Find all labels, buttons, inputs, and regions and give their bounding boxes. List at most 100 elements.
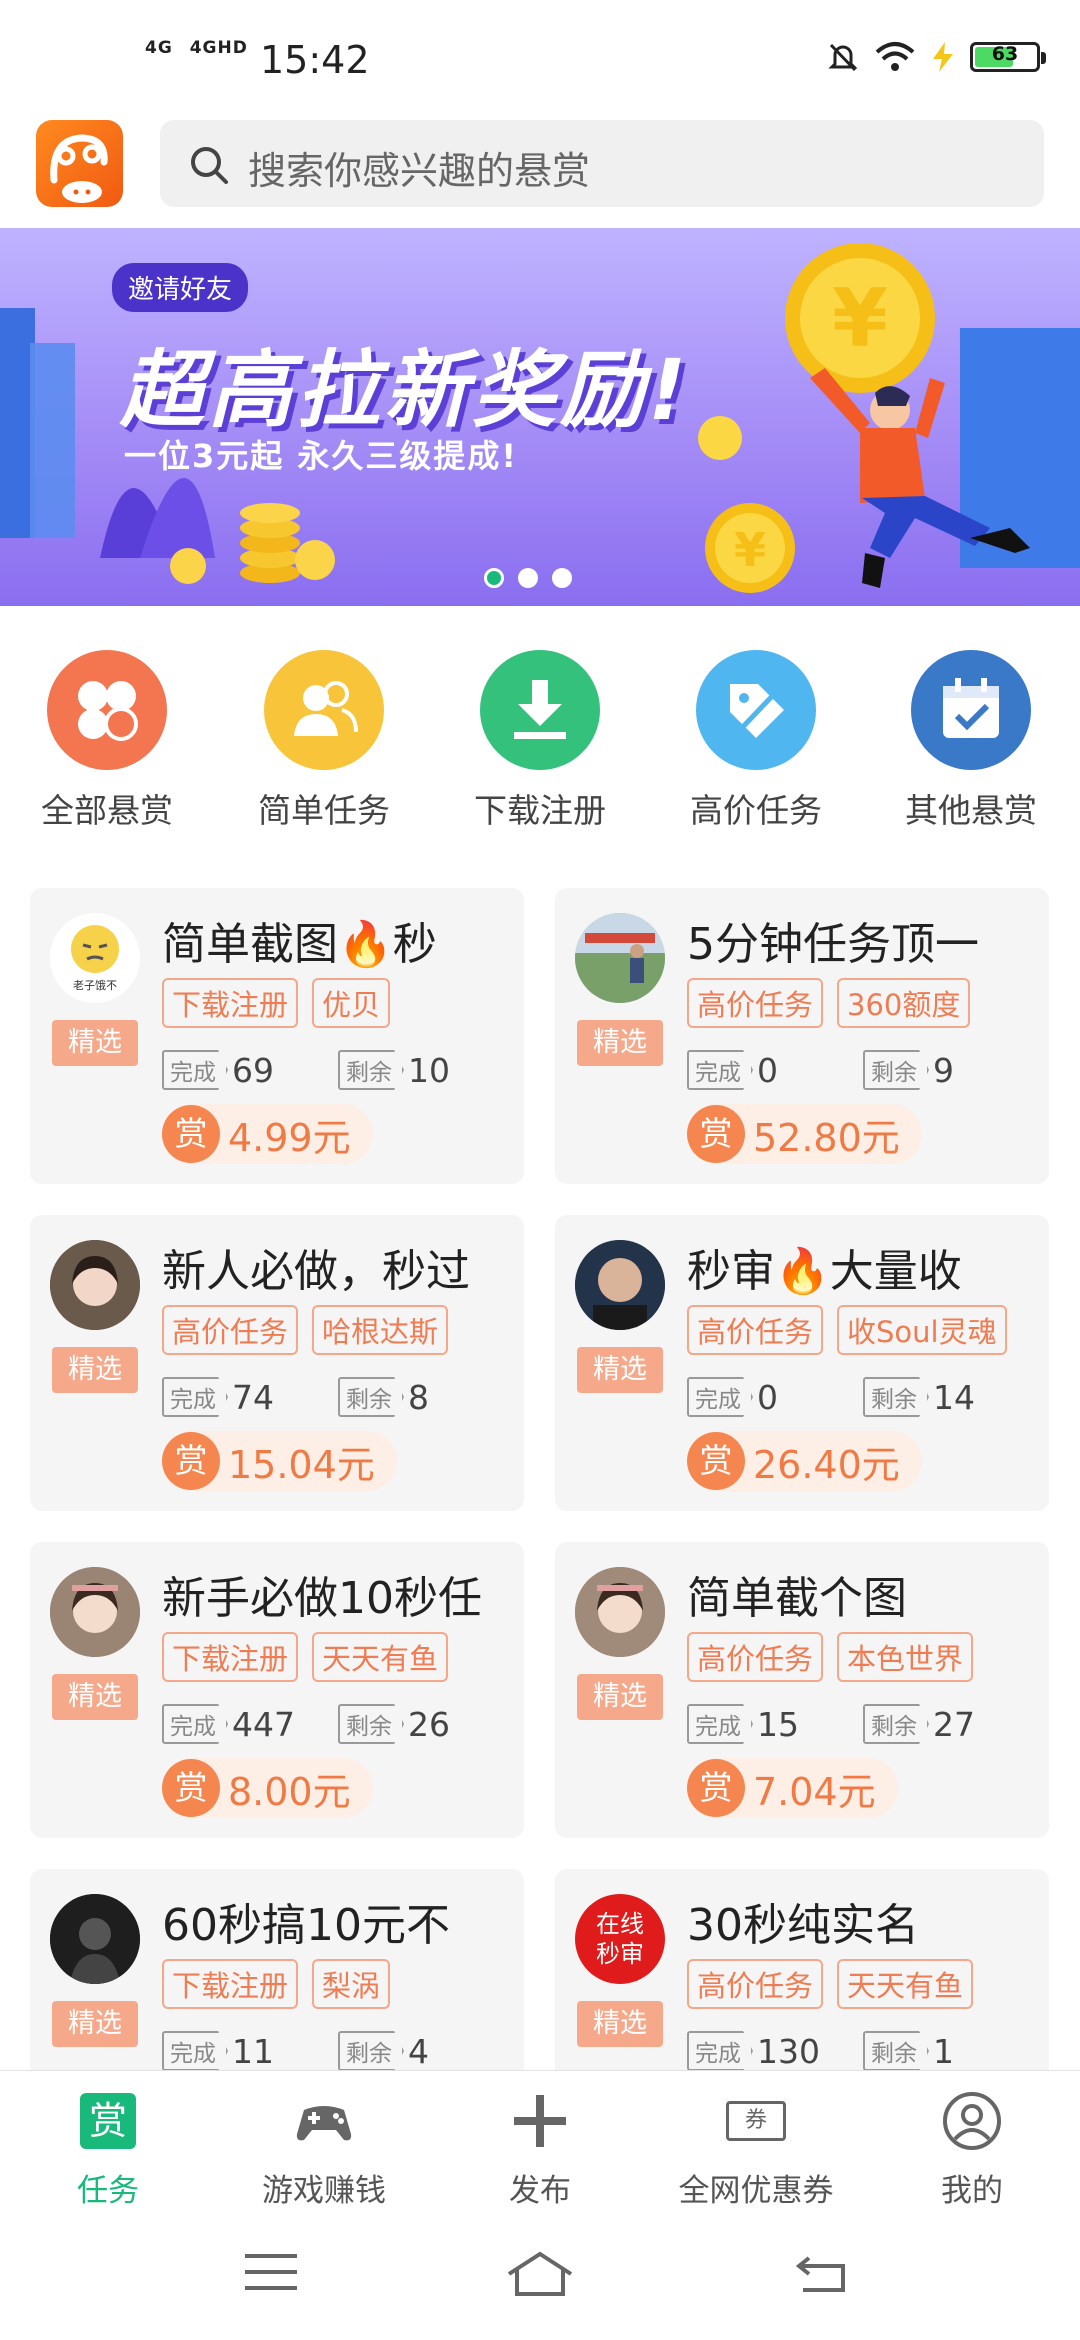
task-tag: 高价任务 [687,1632,824,1682]
nav-publish[interactable]: 发布 [432,2081,648,2210]
reward-amount: 15.04元 [228,1442,375,1487]
task-stats: 完成 130 剩余 1 [687,2031,1039,2075]
task-card[interactable]: 精选 新人必做，秒过 高价任务 哈根达斯 完成 74 剩余 8 赏 15.04元 [30,1215,524,1511]
home-icon[interactable] [505,2250,575,2298]
nav-coupons[interactable]: 券 全网优惠券 [648,2081,864,2210]
done-value: 15 [757,1704,799,1744]
featured-badge: 精选 [577,2001,663,2047]
category-all-rewards[interactable]: 全部悬赏 [12,650,202,832]
task-tags: 高价任务 本色世界 [687,1632,1039,1682]
left-value: 8 [408,1377,429,1417]
reward-pill: 赏 8.00元 [162,1758,373,1818]
done-value: 69 [232,1050,274,1090]
avatar [575,913,665,1003]
gamepad-icon [216,2081,432,2161]
done-label: 完成 [687,1377,753,1417]
done-stat: 完成 74 [162,1377,274,1417]
left-label: 剩余 [338,1050,404,1090]
promo-banner[interactable]: ¥ ¥ 邀请好友 超高拉新奖励! 一位3元起 永久三级提成! [0,228,1080,606]
mute-bell-icon [828,43,858,72]
menu-icon[interactable] [245,2250,297,2294]
medium-coin: ¥ [705,503,795,593]
left-value: 4 [408,2031,429,2071]
category-high-price[interactable]: 高价任务 [661,650,851,832]
task-stats: 完成 11 剩余 4 [162,2031,514,2075]
featured-badge: 精选 [52,2001,138,2047]
left-value: 9 [933,1050,954,1090]
done-label: 完成 [687,1050,753,1090]
search-bar[interactable]: 搜索你感兴趣的悬赏 [160,120,1044,207]
done-value: 11 [232,2031,274,2071]
nav-label: 全网优惠券 [678,2173,834,2209]
banner-dot-1[interactable] [484,568,504,588]
reward-badge: 赏 [162,1759,220,1817]
status-icons: 63 [826,40,1046,74]
task-card[interactable]: 精选 秒审🔥大量收 高价任务 收Soul灵魂 完成 0 剩余 14 赏 26.40元 [555,1215,1049,1511]
left-stat: 剩余 10 [338,1050,450,1090]
task-tags: 下载注册 梨涡 [162,1959,514,2009]
app-logo-icon [50,134,108,203]
task-tags: 高价任务 哈根达斯 [162,1305,514,1355]
task-title: 新手必做10秒任 [162,1573,482,1624]
left-stat: 剩余 26 [338,1704,450,1744]
category-other[interactable]: 其他悬赏 [876,650,1066,832]
network-1-label: 4G [145,38,173,58]
task-card[interactable]: 在线 秒审 精选 30秒纯实名 高价任务 天天有鱼 完成 130 剩余 1 [555,1869,1049,2071]
network-2-label: 4GHD [189,38,248,58]
avatar: 在线 秒审 [575,1894,665,1984]
task-title: 新人必做，秒过 [162,1246,470,1297]
app-logo[interactable] [36,120,123,207]
banner-tag: 邀请好友 [112,263,249,312]
coupon-icon: 券 [648,2081,864,2161]
task-title: 简单截个图 [687,1573,907,1624]
task-tag: 下载注册 [162,1959,299,2009]
task-title: 简单截图🔥秒 [162,919,437,970]
users-icon [264,650,384,770]
status-bar: 4G 4GHD 15:42 63 [0,0,1080,115]
task-tags: 高价任务 天天有鱼 [687,1959,1039,2009]
task-card[interactable]: 精选 新手必做10秒任 下载注册 天天有鱼 完成 447 剩余 26 赏 8.00元 [30,1542,524,1838]
banner-dot-3[interactable] [552,568,572,588]
done-label: 完成 [162,1377,228,1417]
done-stat: 完成 130 [687,2031,820,2071]
avatar: 老子饿不 [50,913,140,1003]
left-value: 1 [933,2031,954,2071]
reward-badge: 赏 [687,1759,745,1817]
reward-amount: 7.04元 [753,1769,876,1814]
left-stat: 剩余 27 [863,1704,975,1744]
nav-tasks[interactable]: 赏 任务 [0,2081,216,2210]
task-card[interactable]: 老子饿不 精选 简单截图🔥秒 下载注册 优贝 完成 69 剩余 10 赏 4.99元 [30,888,524,1184]
download-icon [480,650,600,770]
task-tags: 下载注册 天天有鱼 [162,1632,514,1682]
reward-icon: 赏 [0,2081,216,2161]
left-value: 27 [933,1704,975,1744]
charging-icon [933,42,953,72]
done-value: 447 [232,1704,295,1744]
task-tag: 高价任务 [162,1305,299,1355]
done-label: 完成 [687,1704,753,1744]
done-stat: 完成 447 [162,1704,295,1744]
banner-dot-2[interactable] [518,568,538,588]
task-card[interactable]: 精选 60秒搞10元不 下载注册 梨涡 完成 11 剩余 4 [30,1869,524,2071]
category-download-register[interactable]: 下载注册 [445,650,635,832]
done-value: 0 [757,1050,778,1090]
done-label: 完成 [162,2031,228,2071]
category-simple-tasks[interactable]: 简单任务 [229,650,419,832]
task-title: 5分钟任务顶一 [687,919,979,970]
calendar-check-icon [911,650,1031,770]
wifi-icon [875,42,915,71]
avatar [575,1567,665,1657]
task-title: 秒审🔥大量收 [687,1246,962,1297]
nav-profile[interactable]: 我的 [864,2081,1080,2210]
nav-game-earn[interactable]: 游戏赚钱 [216,2081,432,2210]
featured-badge: 精选 [577,1674,663,1720]
task-card[interactable]: 精选 5分钟任务顶一 高价任务 360额度 完成 0 剩余 9 赏 52.80元 [555,888,1049,1184]
category-label: 高价任务 [690,791,822,830]
task-tag: 收Soul灵魂 [837,1305,1007,1355]
network-indicator: 4G 4GHD [145,38,258,58]
back-icon[interactable] [795,2250,851,2294]
task-card[interactable]: 精选 简单截个图 高价任务 本色世界 完成 15 剩余 27 赏 7.04元 [555,1542,1049,1838]
banner-pagination[interactable] [484,568,572,588]
left-label: 剩余 [863,1377,929,1417]
task-stats: 完成 69 剩余 10 [162,1050,514,1094]
